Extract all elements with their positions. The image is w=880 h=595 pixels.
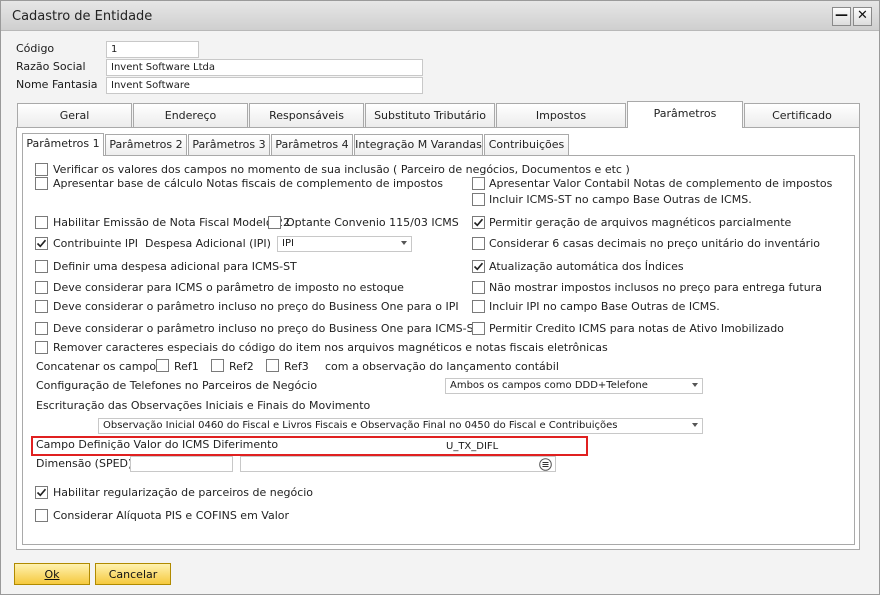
remover-caracteres-checkbox[interactable] [35,341,48,354]
subtab-parametros-1[interactable]: Parâmetros 1 [22,133,104,156]
checkmark-icon [473,218,484,227]
incluir-ipi-label: Incluir IPI no campo Base Outras de ICMS… [489,300,720,313]
verificar-label: Verificar os valores dos campos no momen… [53,163,630,176]
icms-estoque-checkbox[interactable] [35,281,48,294]
subtab-parametros-2[interactable]: Parâmetros 2 [105,134,187,155]
escrituracao-select[interactable]: Observação Inicial 0460 do Fiscal e Livr… [98,418,703,434]
subtab-parametros-3[interactable]: Parâmetros 3 [188,134,270,155]
aliquota-pis-label: Considerar Alíquota PIS e COFINS em Valo… [53,509,290,522]
chevron-down-icon [401,241,407,245]
window-title: Cadastro de Entidade [12,9,153,24]
considerar-6casas-checkbox[interactable] [472,237,485,250]
incluir-icms-st-checkbox[interactable] [472,193,485,206]
habilitar-nf22-checkbox[interactable] [35,216,48,229]
optante-label: Optante Convenio 115/03 ICMS [286,216,459,229]
param-icms-st-checkbox[interactable] [35,322,48,335]
aliquota-pis-checkbox[interactable] [35,509,48,522]
contribuinte-ipi-label: Contribuinte IPI [53,237,138,250]
param-ipi-checkbox[interactable] [35,300,48,313]
contribuinte-ipi-checkbox[interactable] [35,237,48,250]
credito-icms-label: Permitir Credito ICMS para notas de Ativ… [489,322,784,335]
telefones-select[interactable]: Ambos os campos como DDD+Telefone [445,378,703,394]
codigo-field[interactable]: 1 [106,41,199,58]
tab-endereco[interactable]: Endereço [133,103,248,127]
subtab-integracao-m-varandas[interactable]: Integração M Varandas [354,134,483,155]
checkmark-icon [473,262,484,271]
optante-checkbox[interactable] [268,216,281,229]
escrituracao-value: Observação Inicial 0460 do Fiscal e Livr… [103,420,618,431]
tab-certificado[interactable]: Certificado [744,103,860,127]
telefones-value: Ambos os campos como DDD+Telefone [450,380,648,391]
dimensao-label: Dimensão (SPED) [36,457,133,470]
ref3-checkbox[interactable] [266,359,279,372]
concatenar-suffix: com a observação do lançamento contábil [325,360,559,373]
escrituracao-label: Escrituração das Observações Iniciais e … [36,399,371,412]
nao-mostrar-label: Não mostrar impostos inclusos no preço p… [489,281,822,294]
apresentar-base-label: Apresentar base de cálculo Notas fiscais… [53,177,443,190]
concatenar-label: Concatenar os campos [36,360,162,373]
definir-despesa-label: Definir uma despesa adicional para ICMS-… [53,260,297,273]
tab-responsaveis[interactable]: Responsáveis [249,103,364,127]
chevron-down-icon [692,423,698,427]
ok-button[interactable]: Ok [14,563,90,585]
dimensao-description-field[interactable] [240,456,556,472]
dimensao-code-field[interactable] [130,456,233,472]
tab-impostos[interactable]: Impostos [496,103,626,127]
close-button[interactable]: ✕ [853,7,872,26]
param-icms-st-label: Deve considerar o parâmetro incluso no p… [53,322,481,335]
param-ipi-label: Deve considerar o parâmetro incluso no p… [53,300,459,313]
despesa-adicional-value: IPI [282,238,294,249]
atualizacao-indices-label: Atualização automática dos Índices [489,260,684,273]
considerar-6casas-label: Considerar 6 casas decimais no preço uni… [489,237,820,250]
nao-mostrar-checkbox[interactable] [472,281,485,294]
razao-social-label: Razão Social [16,60,86,73]
apresentar-base-checkbox[interactable] [35,177,48,190]
verificar-checkbox[interactable] [35,163,48,176]
subtab-contribuicoes[interactable]: Contribuições [484,134,569,155]
chevron-down-icon [692,383,698,387]
icms-diferimento-label: Campo Definição Valor do ICMS Diferiment… [36,438,279,451]
permitir-magneticos-label: Permitir geração de arquivos magnéticos … [489,216,792,229]
incluir-ipi-checkbox[interactable] [472,300,485,313]
minimize-button[interactable]: — [832,7,851,26]
tab-substituto-tributario[interactable]: Substituto Tributário [365,103,495,127]
cancel-button[interactable]: Cancelar [95,563,171,585]
telefones-label: Configuração de Telefones no Parceiros d… [36,379,318,392]
razao-social-field[interactable]: Invent Software Ltda [106,59,423,76]
tab-geral[interactable]: Geral [17,103,132,127]
remover-caracteres-label: Remover caracteres especiais do código d… [53,341,608,354]
permitir-magneticos-checkbox[interactable] [472,216,485,229]
definir-despesa-checkbox[interactable] [35,260,48,273]
despesa-adicional-select[interactable]: IPI [277,236,412,252]
checkmark-icon [36,488,47,497]
nome-fantasia-field[interactable]: Invent Software [106,77,423,94]
list-icon[interactable] [539,458,552,471]
codigo-label: Código [16,42,55,55]
nome-fantasia-label: Nome Fantasia [16,78,98,91]
checkmark-icon [36,239,47,248]
habilitar-nf22-label: Habilitar Emissão de Nota Fiscal Modelo … [53,216,291,229]
subtab-parametros-4[interactable]: Parâmetros 4 [271,134,353,155]
icms-diferimento-field[interactable]: U_TX_DIFL [441,438,585,454]
atualizacao-indices-checkbox[interactable] [472,260,485,273]
ref2-checkbox[interactable] [211,359,224,372]
icms-estoque-label: Deve considerar para ICMS o parâmetro de… [53,281,404,294]
ref1-label: Ref1 [174,360,199,373]
credito-icms-checkbox[interactable] [472,322,485,335]
habilitar-regularizacao-checkbox[interactable] [35,486,48,499]
ref3-label: Ref3 [284,360,309,373]
title-bar: Cadastro de Entidade — ✕ [1,1,879,31]
ref2-label: Ref2 [229,360,254,373]
tab-parametros[interactable]: Parâmetros [627,101,743,128]
apresentar-valor-label: Apresentar Valor Contabil Notas de compl… [489,177,833,190]
apresentar-valor-checkbox[interactable] [472,177,485,190]
habilitar-regularizacao-label: Habilitar regularização de parceiros de … [53,486,314,499]
incluir-icms-st-label: Incluir ICMS-ST no campo Base Outras de … [489,193,752,206]
ref1-checkbox[interactable] [156,359,169,372]
despesa-adicional-label: Despesa Adicional (IPI) [145,237,271,250]
